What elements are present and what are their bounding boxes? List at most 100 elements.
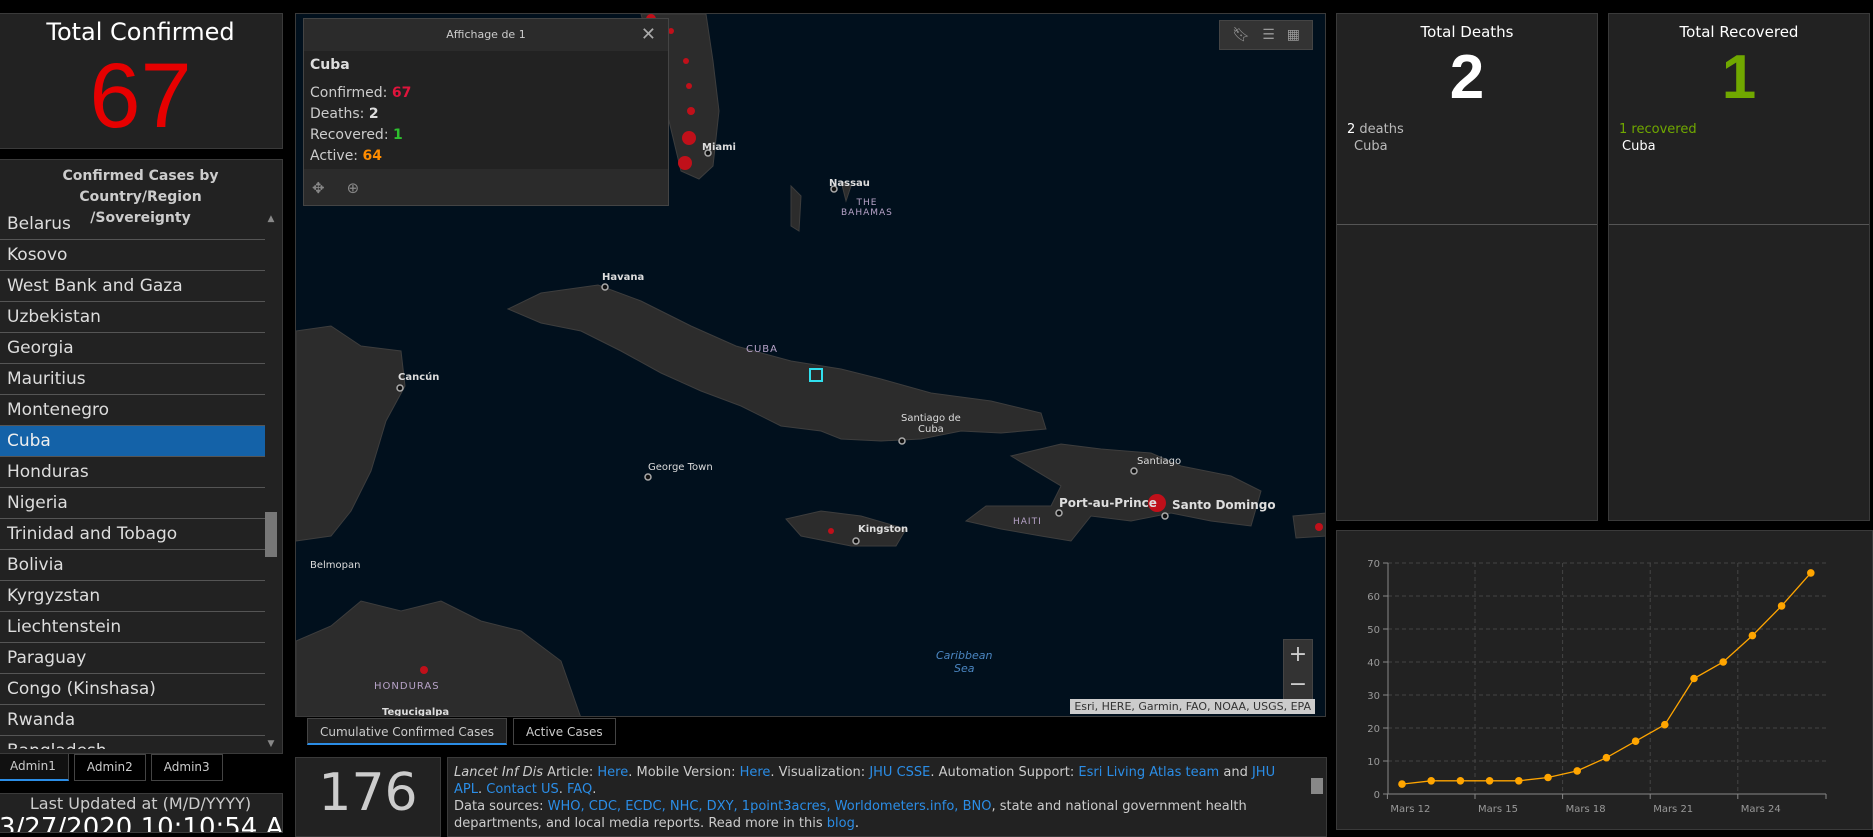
country-list-item[interactable]: Trinidad and Tobago xyxy=(0,519,265,550)
country-list-item[interactable]: Cuba xyxy=(0,426,265,457)
scroll-down-icon[interactable]: ▼ xyxy=(264,739,278,749)
cases-line-chart: 0 10 20 30 40 50 60 70 Mars 12 Mars 15 Mars 18 Mars… xyxy=(1367,559,1827,815)
country-list-item[interactable]: Bolivia xyxy=(0,550,265,581)
recovered-country: Cuba xyxy=(1622,139,1656,154)
scroll-thumb[interactable] xyxy=(265,512,277,557)
credits-line1: Lancet Inf Dis Article: Here. Mobile Ver… xyxy=(454,764,1296,798)
deaths-list-item[interactable]: 2 deaths Cuba xyxy=(1337,115,1597,225)
country-list-item[interactable]: Georgia xyxy=(0,333,265,364)
country-list-item[interactable]: Montenegro xyxy=(0,395,265,426)
credits-link[interactable]: Esri Living Atlas team xyxy=(1078,765,1219,780)
recovered-unit: recovered xyxy=(1631,122,1697,137)
tab-admin1[interactable]: Admin1 xyxy=(0,754,69,781)
last-updated-value: 3/27/2020 10:10:54 AM xyxy=(0,813,283,833)
total-recovered-title: Total Recovered xyxy=(1679,23,1799,41)
country-list-item[interactable]: Nigeria xyxy=(0,488,265,519)
country-list[interactable]: Belarus Kosovo West Bank and Gaza Uzbekista… xyxy=(0,209,265,749)
case-marker xyxy=(686,83,692,89)
central-america-land xyxy=(296,600,581,716)
label-kingston: Kingston xyxy=(858,524,909,535)
legend-list-icon[interactable]: ☰ xyxy=(1262,27,1275,43)
zoom-out-button[interactable]: − xyxy=(1284,670,1312,700)
country-list-item[interactable]: Honduras xyxy=(0,457,265,488)
selected-feature-highlight[interactable] xyxy=(809,368,823,382)
recovered-list-item[interactable]: 1 recovered Cuba xyxy=(1609,115,1869,225)
total-recovered-panel: Total Recovered 1 1 recovered Cuba xyxy=(1608,13,1870,521)
credits-link[interactable]: Here xyxy=(740,765,771,780)
label-george-town: George Town xyxy=(648,462,713,473)
credits-link[interactable]: Here xyxy=(597,765,628,780)
case-marker xyxy=(687,107,695,115)
x-tick-label: Mars 15 xyxy=(1478,804,1518,815)
country-list-item[interactable]: Belarus xyxy=(0,209,265,240)
total-deaths-title: Total Deaths xyxy=(1420,23,1514,41)
label-caribbean-sea: Caribbean Sea xyxy=(936,649,992,675)
y-tick-label: 40 xyxy=(1367,658,1380,669)
last-updated-panel: Last Updated at (M/D/YYYY) 3/27/2020 10:… xyxy=(0,793,283,833)
credits-text: . Mobile Version: xyxy=(628,765,740,780)
country-list-item[interactable]: Kosovo xyxy=(0,240,265,271)
y-tick-label: 30 xyxy=(1367,691,1380,702)
pan-icon[interactable]: ✥ xyxy=(312,179,325,197)
country-list-item[interactable]: Mauritius xyxy=(0,364,265,395)
credits-link[interactable]: Contact US xyxy=(486,782,558,797)
data-point xyxy=(1456,777,1465,785)
scroll-thumb[interactable] xyxy=(1311,778,1323,794)
scroll-up-icon[interactable]: ▲ xyxy=(264,214,278,224)
data-point xyxy=(1748,631,1757,640)
tab-cumulative-confirmed[interactable]: Cumulative Confirmed Cases xyxy=(307,718,508,745)
bookmark-icon[interactable]: 🔖︎ xyxy=(1232,27,1250,43)
basemap-gallery-icon[interactable]: ▦ xyxy=(1287,27,1300,43)
credits-text: Lancet Inf Dis xyxy=(454,765,544,780)
credits-panel: Lancet Inf Dis Article: Here. Mobile Ver… xyxy=(447,757,1327,837)
credits-text: . xyxy=(477,782,487,797)
field-value: 2 xyxy=(368,106,379,122)
country-list-item[interactable]: Rwanda xyxy=(0,705,265,736)
title-line1: Confirmed Cases by Country/Region xyxy=(62,168,219,205)
credits-text: . xyxy=(592,782,597,797)
close-icon[interactable]: ✕ xyxy=(641,19,656,51)
data-point xyxy=(1807,569,1815,577)
label-port-au-prince: Port-au-Prince xyxy=(1059,496,1157,510)
zoom-to-icon[interactable]: ⊕ xyxy=(347,179,360,197)
country-list-item[interactable]: Bangladesh xyxy=(0,736,265,749)
credits-link[interactable]: blog xyxy=(827,816,855,831)
field-label: Deaths: xyxy=(310,106,365,122)
credits-scrollbar[interactable] xyxy=(1310,762,1324,832)
country-list-item[interactable]: Uzbekistan xyxy=(0,302,265,333)
tab-admin3[interactable]: Admin3 xyxy=(150,754,223,781)
y-tick-label: 10 xyxy=(1367,757,1380,768)
popup-title: Cuba xyxy=(310,57,350,73)
recovered-count: 1 xyxy=(1619,122,1628,137)
popup-header: Affichage de 1 xyxy=(446,28,526,41)
tab-admin2[interactable]: Admin2 xyxy=(73,754,146,781)
country-list-item[interactable]: Liechtenstein xyxy=(0,612,265,643)
y-tick-label: 50 xyxy=(1367,625,1380,636)
credits-link[interactable]: FAQ xyxy=(567,782,592,797)
map[interactable]: Miami Nassau THE BAHAMAS Havana CUBA Canc… xyxy=(295,13,1326,717)
total-confirmed-value: 67 xyxy=(89,45,192,147)
zoom-in-button[interactable]: + xyxy=(1284,640,1312,670)
field-value: 64 xyxy=(362,148,382,164)
country-list-panel: Confirmed Cases by Country/Region/Sovere… xyxy=(0,159,283,754)
label-santo-domingo: Santo Domingo xyxy=(1172,498,1276,512)
field-value: 1 xyxy=(393,127,403,143)
label-havana: Havana xyxy=(602,272,645,283)
map-widget-bar: 🔖︎ ☰ ▦ xyxy=(1219,20,1313,50)
country-list-item[interactable]: Kyrgyzstan xyxy=(0,581,265,612)
list-scrollbar[interactable]: ▲ ▼ xyxy=(264,214,278,749)
tab-active-cases[interactable]: Active Cases xyxy=(513,718,616,745)
bahamas-line1: THE xyxy=(856,198,878,208)
credits-link[interactable]: WHO, CDC, ECDC, NHC, DXY, 1point3acres, … xyxy=(548,799,992,814)
case-marker xyxy=(682,131,696,145)
field-label: Active: xyxy=(310,148,359,164)
country-list-item[interactable]: Paraguay xyxy=(0,643,265,674)
sea-line1: Caribbean xyxy=(936,649,993,662)
data-point xyxy=(1544,773,1552,782)
country-list-item[interactable]: West Bank and Gaza xyxy=(0,271,265,302)
label-nassau: Nassau xyxy=(829,178,870,189)
data-point xyxy=(1602,753,1611,762)
country-list-item[interactable]: Congo (Kinshasa) xyxy=(0,674,265,705)
credits-text: . xyxy=(854,816,859,831)
credits-link[interactable]: JHU CSSE xyxy=(869,765,930,780)
